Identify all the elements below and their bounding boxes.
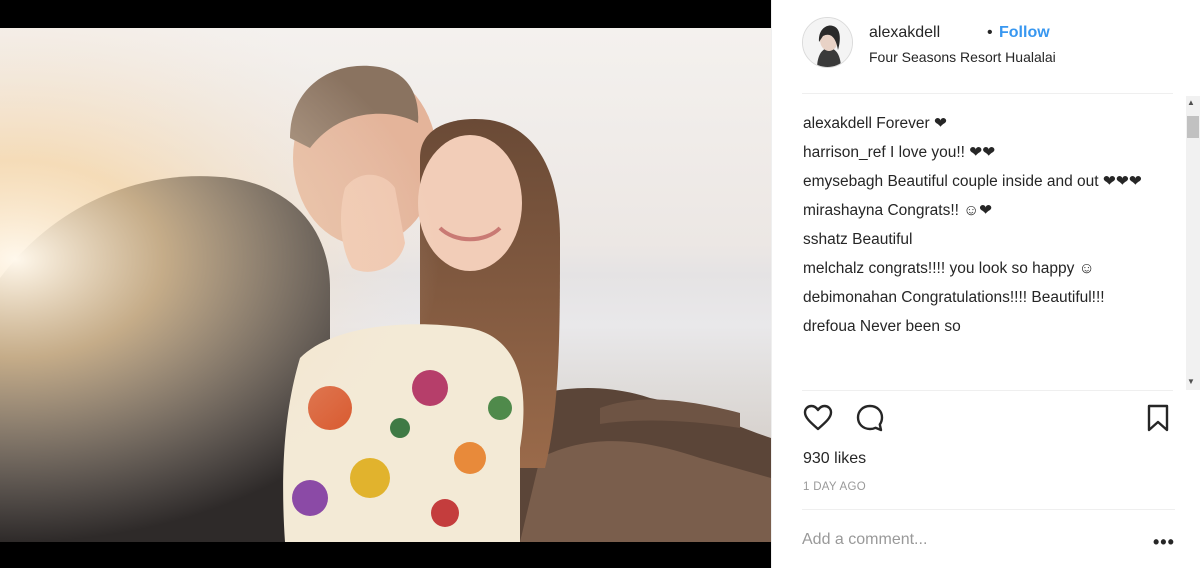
comment-item: harrison_ref I love you!! ❤❤ (803, 141, 1183, 165)
comment-username[interactable]: melchalz (803, 260, 864, 277)
comment-text: Forever ❤ (876, 115, 947, 132)
comment-bubble-icon[interactable] (854, 402, 886, 439)
heart-outline-icon[interactable] (802, 402, 834, 439)
post-username[interactable]: alexakdell (869, 24, 940, 42)
scrollbar-thumb[interactable] (1187, 116, 1199, 138)
comment-text: congrats!!!! you look so happy ☺ (868, 260, 1095, 277)
comment-item: melchalz congrats!!!! you look so happy … (803, 257, 1183, 281)
more-options-icon[interactable]: ••• (1153, 532, 1175, 553)
follow-button[interactable]: Follow (999, 24, 1050, 42)
post-photo[interactable] (0, 28, 771, 542)
comments-list[interactable]: alexakdell Forever ❤ harrison_ref I love… (803, 112, 1183, 394)
comment-item: mirashayna Congrats!! ☺❤ (803, 199, 1183, 223)
comments-scrollbar[interactable] (1186, 96, 1200, 390)
comment-item: sshatz Beautiful (803, 228, 1183, 252)
comment-text: Beautiful couple inside and out ❤❤❤ (887, 173, 1142, 190)
post-actions (800, 402, 1175, 436)
comment-username[interactable]: sshatz (803, 231, 848, 248)
comment-text: I love you!! ❤❤ (890, 144, 996, 161)
post-location[interactable]: Four Seasons Resort Hualalai (869, 49, 1056, 65)
comment-text: Beautiful (852, 231, 913, 248)
comment-username[interactable]: alexakdell (803, 115, 872, 132)
add-comment-input[interactable] (802, 531, 1132, 549)
comment-item: drefoua Never been so (803, 315, 1183, 339)
comment-username[interactable]: drefoua (803, 318, 856, 335)
comments-divider (802, 390, 1173, 391)
avatar[interactable] (802, 17, 853, 68)
separator-dot: • (987, 24, 993, 41)
comment-text: Never been so (859, 318, 961, 335)
post-timestamp[interactable]: 1 DAY AGO (803, 481, 866, 493)
comment-text: Congrats!! ☺❤ (887, 202, 993, 219)
post-header: alexakdell • Follow Four Seasons Resort … (802, 17, 1173, 93)
comment-text: Congratulations!!!! Beautiful!!! (901, 289, 1105, 306)
comment-item: emysebagh Beautiful couple inside and ou… (803, 170, 1183, 194)
comment-username[interactable]: debimonahan (803, 289, 897, 306)
footer-divider (802, 509, 1175, 510)
photo-illustration (0, 28, 771, 542)
header-divider (802, 93, 1173, 94)
scroll-up-arrow-icon[interactable]: ▲ (1187, 98, 1195, 107)
comment-item: alexakdell Forever ❤ (803, 112, 1183, 136)
comment-username[interactable]: mirashayna (803, 202, 883, 219)
comment-username[interactable]: harrison_ref (803, 144, 886, 161)
comment-item: debimonahan Congratulations!!!! Beautifu… (803, 286, 1183, 310)
likes-count[interactable]: 930 likes (803, 450, 866, 468)
comment-username[interactable]: emysebagh (803, 173, 883, 190)
scroll-down-arrow-icon[interactable]: ▼ (1187, 377, 1195, 386)
bookmark-icon[interactable] (1144, 402, 1172, 439)
post-media[interactable] (0, 0, 771, 568)
avatar-image (803, 18, 852, 67)
